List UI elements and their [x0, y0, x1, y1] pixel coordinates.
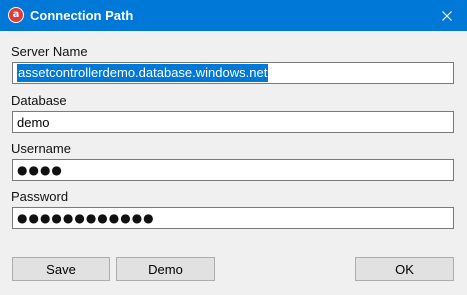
database-input[interactable]: demo — [12, 111, 454, 133]
server-name-value: assetcontrollerdemo.database.windows.net — [17, 64, 269, 82]
server-name-label: Server Name — [11, 44, 88, 59]
close-button[interactable] — [427, 0, 467, 31]
connection-path-dialog: a Connection Path Server Name assetcontr… — [0, 0, 467, 295]
close-icon — [442, 10, 452, 21]
username-label: Username — [11, 141, 71, 156]
password-value: ●●●●●●●●●●●● — [17, 211, 155, 225]
server-name-input[interactable]: assetcontrollerdemo.database.windows.net — [12, 62, 454, 84]
database-label: Database — [11, 93, 67, 108]
title-bar[interactable]: a Connection Path — [0, 0, 467, 31]
username-value: ●●●● — [17, 163, 63, 177]
database-value: demo — [17, 114, 50, 130]
app-logo-icon: a — [8, 7, 24, 23]
ok-button[interactable]: OK — [355, 257, 454, 281]
password-input[interactable]: ●●●●●●●●●●●● — [12, 207, 454, 229]
demo-button[interactable]: Demo — [116, 257, 215, 281]
username-input[interactable]: ●●●● — [12, 159, 454, 181]
app-logo-letter: a — [9, 8, 23, 22]
save-button[interactable]: Save — [12, 257, 110, 281]
window-title: Connection Path — [30, 8, 134, 23]
password-label: Password — [11, 189, 69, 204]
